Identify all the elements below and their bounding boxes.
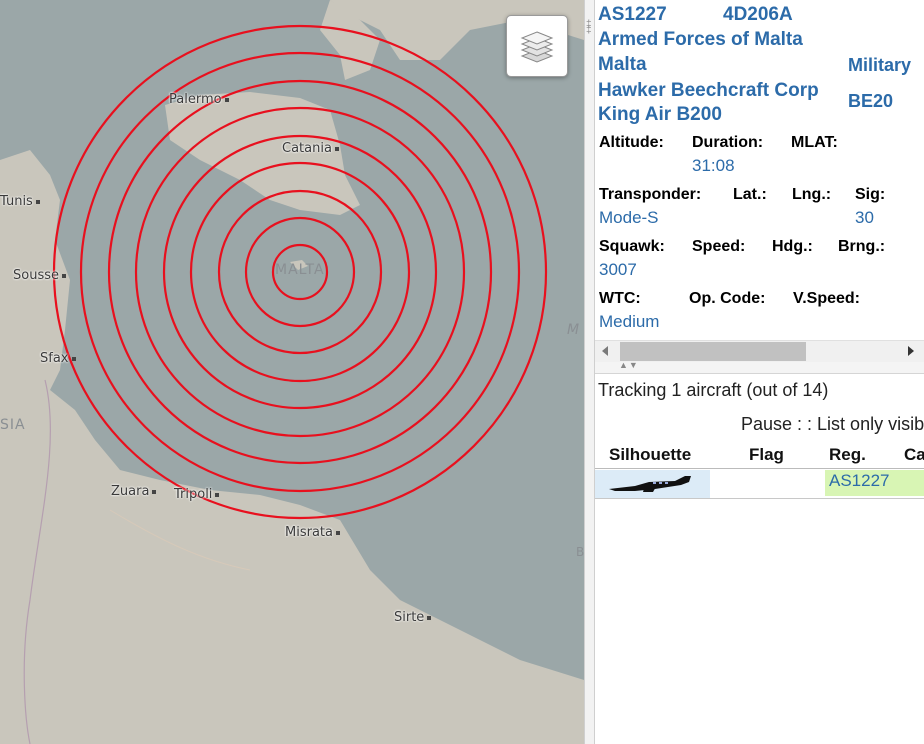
brng-label: Brng.: (838, 238, 886, 255)
scrollbar-thumb[interactable] (620, 342, 806, 361)
list-controls[interactable]: Pause : : List only visib (741, 414, 924, 435)
mlat-label: MLAT: (791, 134, 838, 151)
silhouette-cell (595, 470, 710, 498)
scroll-right-icon[interactable] (908, 346, 914, 356)
region-label: SIA (0, 417, 26, 433)
city-label: Zuara (111, 484, 159, 499)
region-label: B (576, 545, 584, 559)
city-label: Sfax (40, 351, 79, 366)
duration-label: Duration: (692, 134, 764, 151)
opcode-label: Op. Code: (689, 290, 766, 307)
column-header-callsign[interactable]: Ca (904, 445, 924, 465)
header-divider (595, 468, 924, 469)
city-label: Palermo (169, 92, 232, 107)
transponder-value: Mode-S (599, 208, 659, 227)
horizontal-splitter[interactable]: ▲▼ (595, 360, 924, 374)
layers-button[interactable] (506, 15, 568, 77)
icao-hex: 4D206A (723, 4, 793, 25)
vertical-splitter[interactable]: ‡ ‡ (584, 0, 595, 744)
squawk-label: Squawk: (599, 238, 665, 255)
callsign: AS1227 (598, 4, 667, 25)
horizontal-scrollbar[interactable] (595, 340, 924, 363)
map-tiles (0, 0, 584, 744)
layers-icon (520, 31, 554, 63)
wtc-label: WTC: (599, 290, 641, 307)
model: King Air B200 (598, 104, 722, 125)
city-label: Sirte (394, 610, 434, 625)
region-label: MALTA (275, 262, 325, 278)
info-panel: AS1227 4D206A Armed Forces of Malta Malt… (595, 0, 924, 744)
row-reg: AS1227 (829, 471, 890, 490)
city-label: Catania (282, 141, 342, 156)
city-label: Misrata (285, 525, 343, 540)
aircraft-list: Tracking 1 aircraft (out of 14) Pause : … (595, 374, 924, 744)
city-label: Tunis (0, 194, 43, 209)
splitter-grip-icon: ‡ ‡ (586, 19, 592, 36)
tracking-status: Tracking 1 aircraft (out of 14) (598, 380, 829, 400)
lat-label: Lat.: (733, 186, 767, 203)
country: Malta (598, 54, 647, 75)
transponder-label: Transponder: (599, 186, 702, 203)
manufacturer: Hawker Beechcraft Corp (598, 80, 819, 101)
vspeed-label: V.Speed: (793, 290, 860, 307)
aircraft-silhouette-icon (609, 476, 691, 492)
column-header-reg[interactable]: Reg. (829, 445, 866, 465)
splitter-grip-icon: ▲▼ (619, 360, 639, 370)
duration-value: 31:08 (692, 156, 735, 175)
scroll-left-icon[interactable] (602, 346, 608, 356)
sig-value: 30 (855, 208, 874, 227)
aircraft-details: AS1227 4D206A Armed Forces of Malta Malt… (595, 0, 924, 340)
type-code: BE20 (848, 91, 894, 111)
altitude-label: Altitude: (599, 134, 664, 151)
speed-label: Speed: (692, 238, 746, 255)
operator: Armed Forces of Malta (598, 29, 803, 50)
wtc-value: Medium (599, 312, 660, 331)
category: Military (848, 55, 912, 75)
hdg-label: Hdg.: (772, 238, 813, 255)
table-row[interactable]: AS1227 (595, 470, 924, 499)
map-view[interactable]: Palermo Catania Tunis Sousse Sfax Zuara … (0, 0, 584, 744)
column-header-silhouette[interactable]: Silhouette (609, 445, 691, 465)
column-header-flag[interactable]: Flag (749, 445, 784, 465)
squawk-value: 3007 (599, 260, 637, 279)
region-label: M (567, 322, 581, 338)
sig-label: Sig: (855, 186, 886, 203)
lng-label: Lng.: (792, 186, 832, 203)
city-label: Tripoli (174, 487, 222, 502)
city-label: Sousse (13, 268, 69, 283)
